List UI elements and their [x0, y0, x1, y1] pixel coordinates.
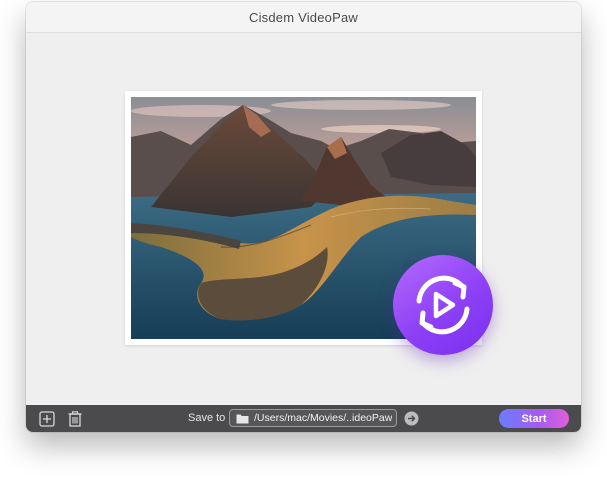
app-window: Cisdem VideoPaw Save to /Users/mac/Movie…	[26, 2, 581, 432]
start-button[interactable]: Start	[499, 409, 569, 428]
save-to-label: Save to	[188, 412, 226, 424]
save-path-field[interactable]: /Users/mac/Movies/..ideoPaw	[229, 409, 397, 427]
title-bar: Cisdem VideoPaw	[26, 2, 581, 33]
delete-button[interactable]	[66, 410, 84, 428]
open-folder-button[interactable]	[404, 411, 419, 426]
add-file-icon	[39, 411, 55, 427]
bottom-toolbar: Save to /Users/mac/Movies/..ideoPaw Star…	[26, 405, 581, 432]
save-path-text: /Users/mac/Movies/..ideoPaw	[254, 412, 393, 424]
folder-icon	[236, 414, 249, 423]
add-file-button[interactable]	[38, 410, 56, 428]
drop-area[interactable]	[26, 33, 581, 405]
arrow-right-icon	[404, 411, 419, 426]
window-title: Cisdem VideoPaw	[249, 9, 358, 25]
convert-play-icon	[416, 275, 470, 335]
convert-button[interactable]	[393, 255, 493, 355]
trash-icon	[68, 411, 82, 427]
